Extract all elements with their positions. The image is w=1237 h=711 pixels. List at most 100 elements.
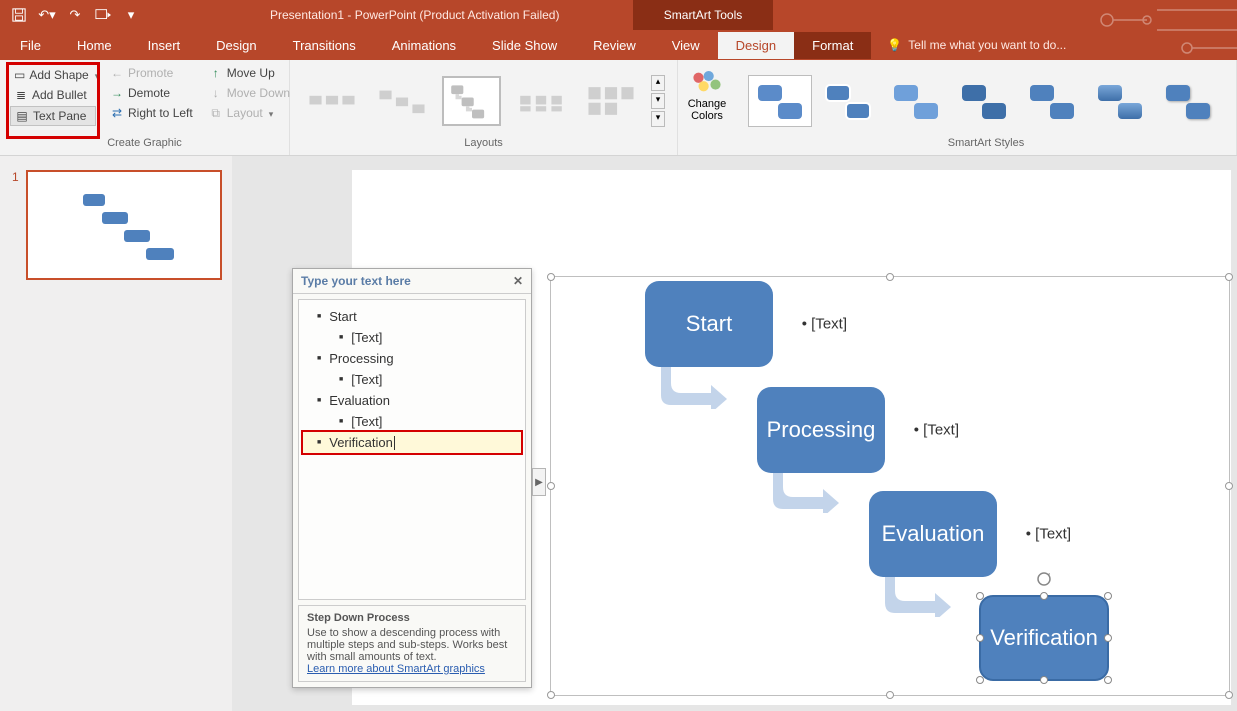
editor-canvas: Start • [Text] Processing • [Text] Evalu… bbox=[232, 156, 1237, 711]
step-evaluation[interactable]: Evaluation • [Text] bbox=[869, 491, 997, 577]
tab-file[interactable]: File bbox=[0, 32, 59, 59]
text-pane-foot-desc: Use to show a descending process with mu… bbox=[307, 627, 517, 663]
arrow-up-icon: ↑ bbox=[209, 66, 223, 80]
group-smartart-styles: SmartArt Styles bbox=[736, 60, 1237, 155]
promote-label: Promote bbox=[128, 66, 173, 80]
change-colors-button[interactable]: Change Colors bbox=[678, 60, 736, 155]
demote-label: Demote bbox=[128, 86, 170, 100]
tp-item-evaluation-sub[interactable]: [Text] bbox=[303, 411, 521, 432]
text-pane-icon: ▤ bbox=[15, 109, 29, 123]
move-down-label: Move Down bbox=[227, 86, 290, 100]
rotate-handle-icon[interactable] bbox=[1036, 571, 1052, 587]
lightbulb-icon: 💡 bbox=[887, 38, 902, 52]
tp-item-start-sub[interactable]: [Text] bbox=[303, 327, 521, 348]
tab-view[interactable]: View bbox=[654, 32, 718, 59]
tab-home[interactable]: Home bbox=[59, 32, 130, 59]
tab-insert[interactable]: Insert bbox=[130, 32, 199, 59]
move-down-button[interactable]: ↓ Move Down bbox=[205, 84, 294, 102]
promote-button[interactable]: ←Promote bbox=[106, 64, 197, 82]
group-label-create-graphic: Create Graphic bbox=[8, 137, 281, 151]
add-bullet-button[interactable]: ≣ Add Bullet bbox=[10, 86, 96, 104]
layout-icon: ⧉ bbox=[209, 106, 223, 120]
style-thumb-4[interactable] bbox=[952, 75, 1016, 127]
add-shape-label: Add Shape bbox=[29, 68, 88, 82]
tell-me-label: Tell me what you want to do... bbox=[908, 38, 1066, 52]
step-evaluation-label: Evaluation bbox=[882, 521, 985, 547]
tp-item-start[interactable]: Start bbox=[303, 306, 521, 327]
tab-review[interactable]: Review bbox=[575, 32, 654, 59]
close-icon[interactable]: ✕ bbox=[513, 274, 523, 288]
group-layouts: ▴▾▾ Layouts bbox=[290, 60, 678, 155]
tab-smartart-format[interactable]: Format bbox=[794, 32, 871, 59]
tell-me-search[interactable]: 💡 Tell me what you want to do... bbox=[871, 38, 1066, 52]
tab-animations[interactable]: Animations bbox=[374, 32, 474, 59]
quick-access-toolbar: ↶▾ ↷ ▾ bbox=[0, 4, 142, 26]
add-bullet-icon: ≣ bbox=[14, 88, 28, 102]
arrow-right-icon: → bbox=[110, 86, 124, 100]
style-thumb-7[interactable] bbox=[1156, 75, 1220, 127]
step-verification-selected[interactable]: Verification bbox=[979, 595, 1109, 681]
slide-thumbnail-1[interactable] bbox=[26, 170, 222, 280]
text-pane-title: Type your text here bbox=[301, 274, 411, 288]
layout-label: Layout bbox=[227, 106, 263, 120]
text-pane-body[interactable]: Start [Text] Processing [Text] Evaluatio… bbox=[298, 299, 526, 600]
decorative-pattern bbox=[1087, 0, 1237, 60]
text-pane-foot-title: Step Down Process bbox=[307, 612, 517, 624]
style-thumb-2[interactable] bbox=[816, 75, 880, 127]
layout-button[interactable]: ⧉ Layout bbox=[205, 104, 294, 122]
text-pane-label: Text Pane bbox=[33, 109, 86, 123]
tab-slideshow[interactable]: Slide Show bbox=[474, 32, 575, 59]
layout-thumb-5[interactable] bbox=[581, 76, 641, 126]
undo-icon[interactable]: ↶▾ bbox=[36, 4, 58, 26]
text-pane[interactable]: Type your text here ✕ Start [Text] Proce… bbox=[292, 268, 532, 688]
start-from-beginning-icon[interactable] bbox=[92, 4, 114, 26]
step-processing-label: Processing bbox=[767, 417, 876, 443]
step-processing-sub[interactable]: • [Text] bbox=[914, 422, 959, 439]
window-title: Presentation1 - PowerPoint (Product Acti… bbox=[270, 8, 559, 22]
add-bullet-label: Add Bullet bbox=[32, 88, 87, 102]
rtl-button[interactable]: ⇄Right to Left bbox=[106, 104, 197, 122]
style-thumb-1-selected[interactable] bbox=[748, 75, 812, 127]
tp-item-processing-sub[interactable]: [Text] bbox=[303, 369, 521, 390]
qat-customize-icon[interactable]: ▾ bbox=[120, 4, 142, 26]
redo-icon[interactable]: ↷ bbox=[64, 4, 86, 26]
layout-thumb-1[interactable] bbox=[302, 76, 362, 126]
style-thumb-6[interactable] bbox=[1088, 75, 1152, 127]
tp-item-evaluation[interactable]: Evaluation bbox=[303, 390, 521, 411]
step-processing[interactable]: Processing • [Text] bbox=[757, 387, 885, 473]
slide-number: 1 bbox=[12, 170, 19, 184]
style-thumb-3[interactable] bbox=[884, 75, 948, 127]
save-icon[interactable] bbox=[8, 4, 30, 26]
step-start[interactable]: Start • [Text] bbox=[645, 281, 773, 367]
tp-item-verification-active[interactable]: Verification bbox=[303, 432, 521, 453]
group-label-styles: SmartArt Styles bbox=[744, 137, 1228, 151]
text-pane-button[interactable]: ▤ Text Pane bbox=[10, 106, 96, 126]
layout-thumb-3-selected[interactable] bbox=[442, 76, 502, 126]
add-shape-button[interactable]: ▭ Add Shape bbox=[10, 66, 96, 84]
step-start-sub[interactable]: • [Text] bbox=[802, 316, 847, 333]
add-shape-icon: ▭ bbox=[14, 68, 25, 82]
tab-design[interactable]: Design bbox=[198, 32, 274, 59]
move-up-button[interactable]: ↑ Move Up bbox=[205, 64, 294, 82]
title-bar: ↶▾ ↷ ▾ Presentation1 - PowerPoint (Produ… bbox=[0, 0, 1237, 30]
rtl-label: Right to Left bbox=[128, 106, 193, 120]
tab-transitions[interactable]: Transitions bbox=[275, 32, 374, 59]
style-thumb-5[interactable] bbox=[1020, 75, 1084, 127]
ribbon: ▭ Add Shape ≣ Add Bullet ▤ Text Pane ←Promo… bbox=[0, 60, 1237, 156]
demote-button[interactable]: → Demote bbox=[106, 84, 197, 102]
tab-smartart-design[interactable]: Design bbox=[718, 32, 794, 59]
layout-thumb-4[interactable] bbox=[511, 76, 571, 126]
layout-thumb-2[interactable] bbox=[372, 76, 432, 126]
text-pane-learn-more-link[interactable]: Learn more about SmartArt graphics bbox=[307, 663, 485, 675]
change-colors-icon bbox=[690, 68, 724, 96]
step-verification-label: Verification bbox=[990, 625, 1098, 651]
arrow-down-icon: ↓ bbox=[209, 86, 223, 100]
smartart-container[interactable]: Start • [Text] Processing • [Text] Evalu… bbox=[550, 276, 1230, 696]
ribbon-tabs: File Home Insert Design Transitions Anim… bbox=[0, 30, 1237, 60]
group-label-layouts: Layouts bbox=[298, 137, 669, 151]
move-up-label: Move Up bbox=[227, 66, 275, 80]
text-pane-toggle[interactable]: ▶ bbox=[532, 468, 546, 496]
tp-item-processing[interactable]: Processing bbox=[303, 348, 521, 369]
step-evaluation-sub[interactable]: • [Text] bbox=[1026, 526, 1071, 543]
layouts-more[interactable]: ▴▾▾ bbox=[651, 75, 665, 127]
